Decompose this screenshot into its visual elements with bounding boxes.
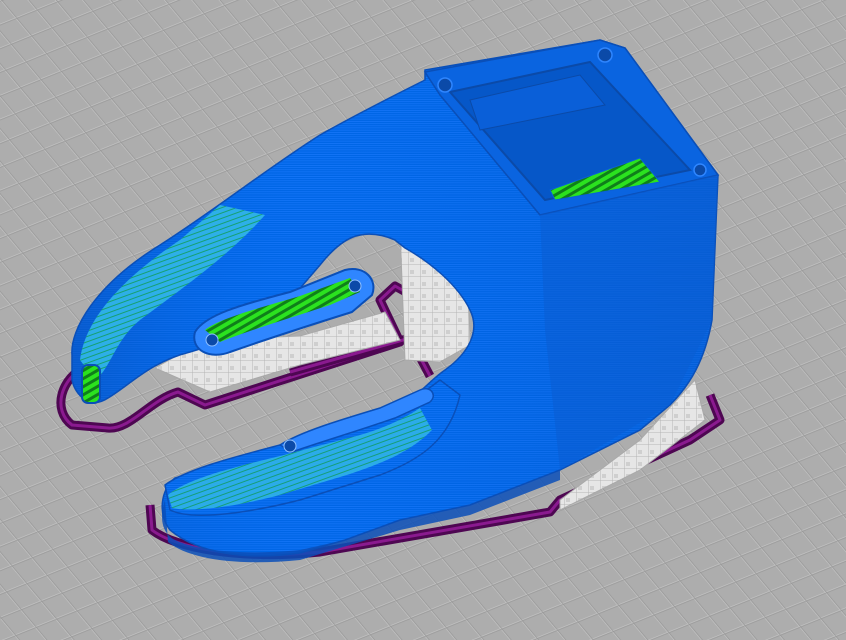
lower-arm-hole xyxy=(283,439,297,453)
mount-hole-3 xyxy=(693,163,707,177)
slicer-viewport[interactable] xyxy=(0,0,846,640)
mount-hole-2 xyxy=(597,47,613,63)
arm-hole-2 xyxy=(348,279,362,293)
arm-hole-1 xyxy=(205,333,219,347)
mount-hole-1 xyxy=(437,77,453,93)
finger-tip-infill xyxy=(81,364,101,404)
scene xyxy=(0,0,846,640)
